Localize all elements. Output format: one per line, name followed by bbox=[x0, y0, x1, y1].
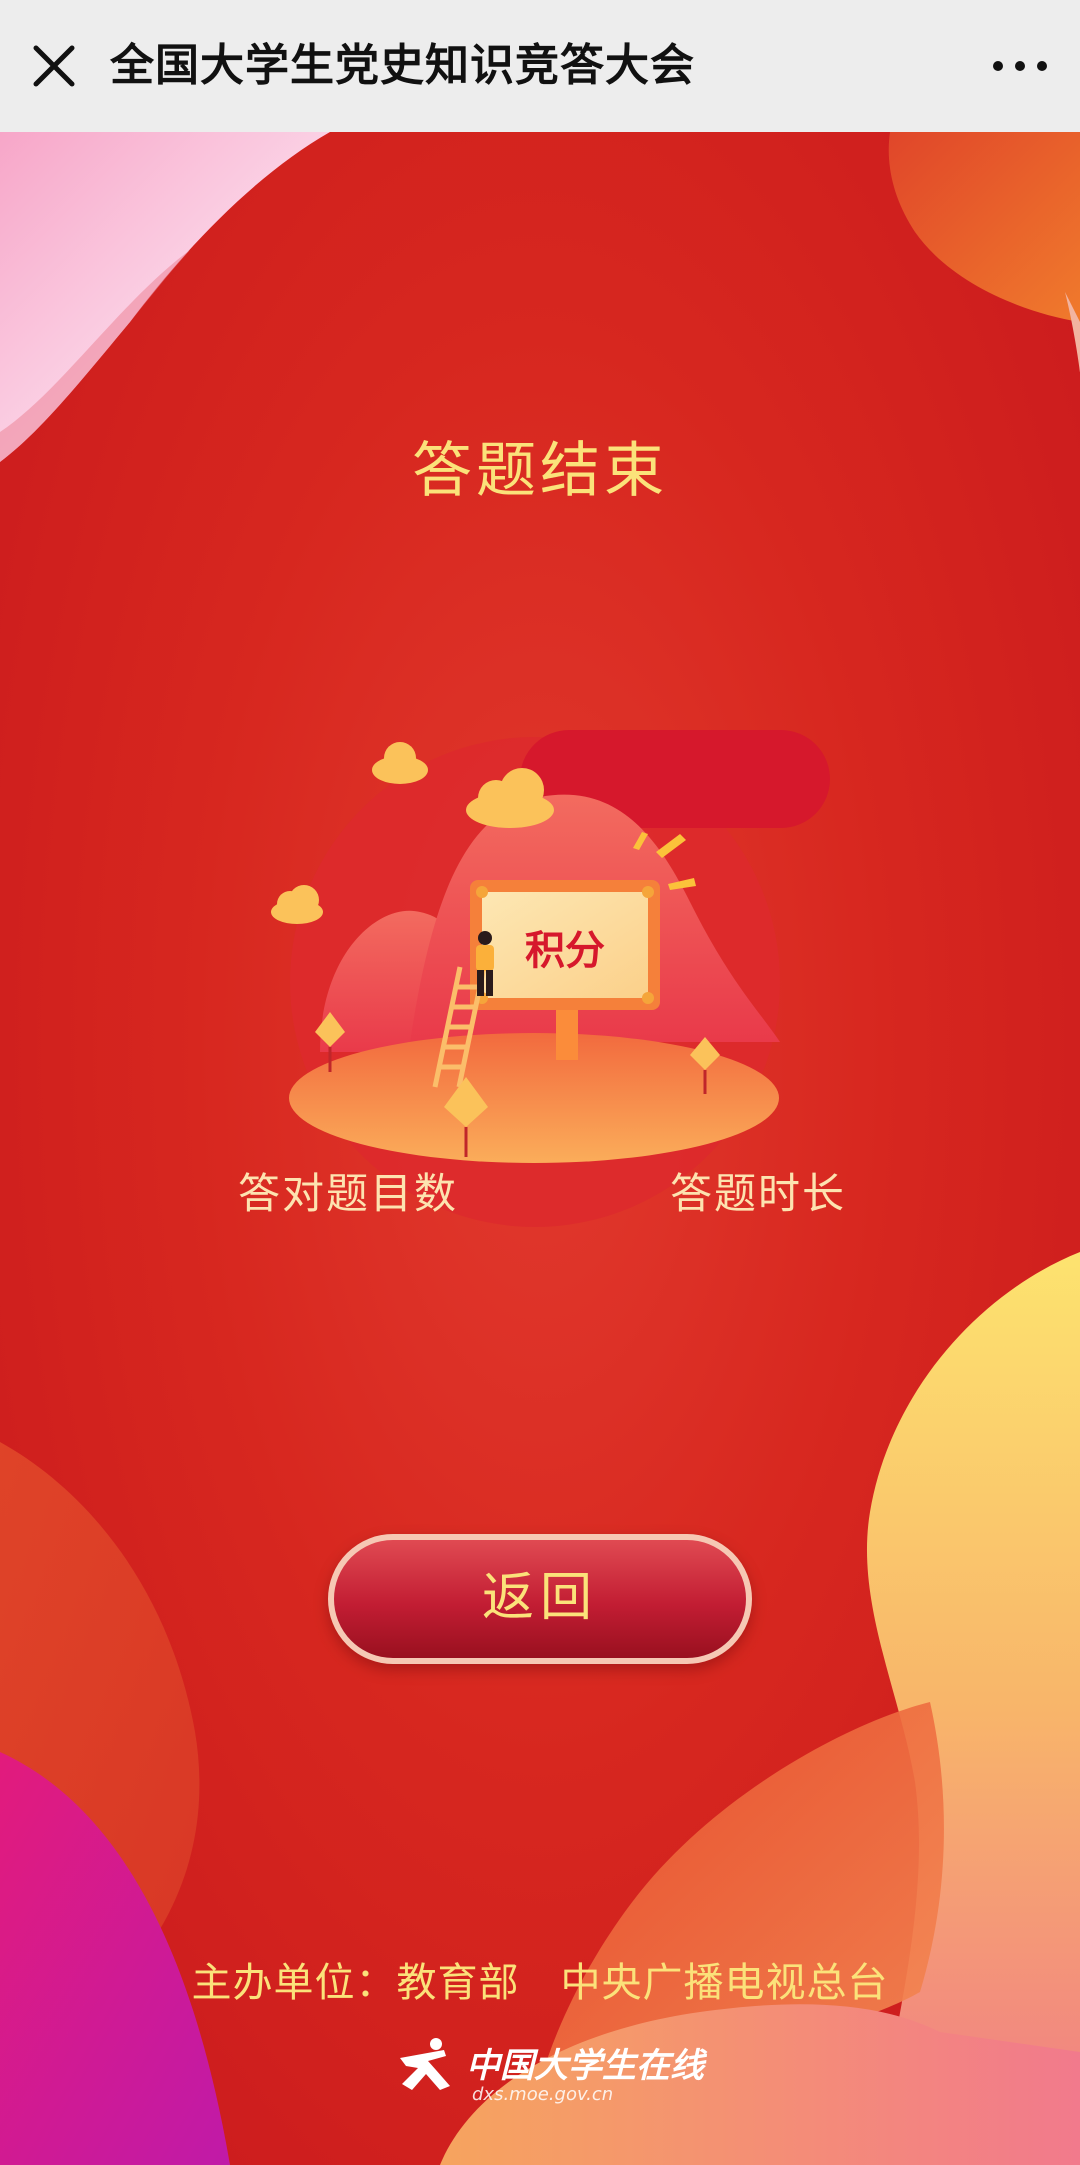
logo-url: dxs.moe.gov.cn bbox=[472, 2084, 614, 2105]
page-title: 全国大学生党史知识竞答大会 bbox=[110, 40, 695, 91]
top-bar: 全国大学生党史知识竞答大会 bbox=[0, 0, 1080, 132]
logo-text: 中国大学生在线 bbox=[466, 2046, 704, 2086]
runner-logo-icon bbox=[400, 2038, 450, 2090]
more-dots-icon bbox=[993, 61, 1047, 71]
result-screen: 答题结束 积分 答对题目数 答题时长 返回 主办单位：教育部 中央广播电视总台 … bbox=[0, 132, 1080, 2165]
close-icon bbox=[33, 45, 75, 87]
result-title: 答题结束 bbox=[412, 436, 668, 506]
more-button[interactable] bbox=[988, 40, 1052, 92]
badge-text: 积分 bbox=[525, 928, 605, 974]
back-button[interactable]: 返回 bbox=[328, 1534, 752, 1664]
footer-logo: 中国大学生在线 dxs.moe.gov.cn bbox=[392, 2032, 704, 2112]
score-illustration: 积分 bbox=[271, 730, 830, 1227]
sponsor-text: 主办单位：教育部 中央广播电视总台 bbox=[191, 1960, 889, 2006]
duration-label: 答题时长 bbox=[670, 1169, 847, 1218]
correct-count-label: 答对题目数 bbox=[238, 1169, 459, 1218]
close-button[interactable] bbox=[18, 30, 90, 102]
